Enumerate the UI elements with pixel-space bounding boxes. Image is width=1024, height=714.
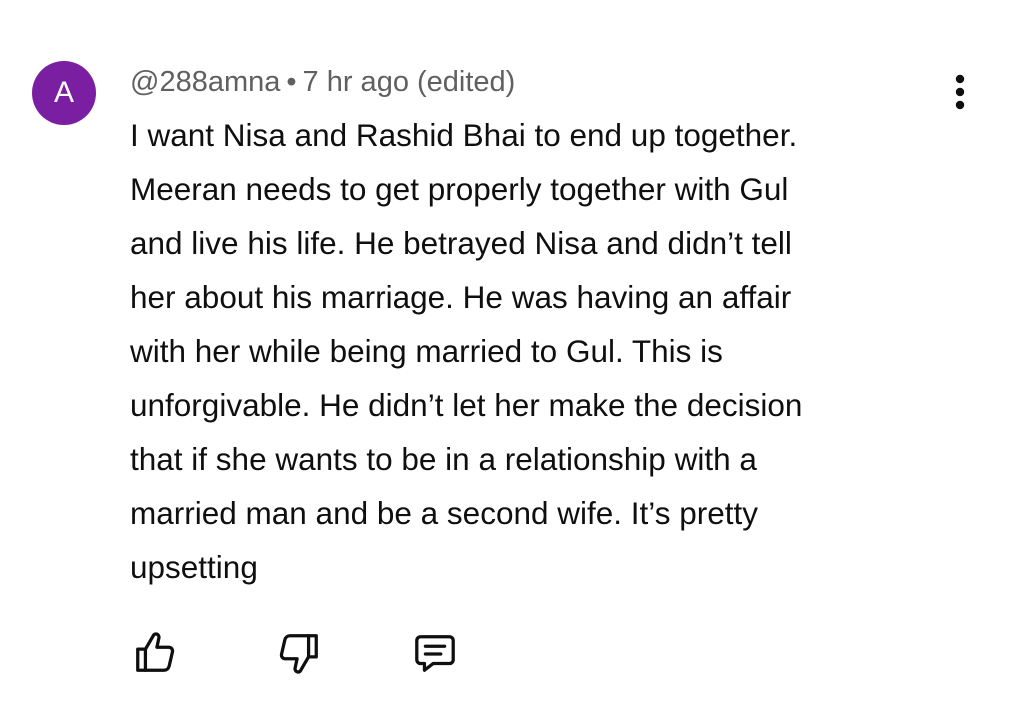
- comment-text-line: and live his life. He betrayed Nisa and …: [130, 225, 792, 261]
- comment-text: I want Nisa and Rashid Bhai to end up to…: [130, 108, 930, 594]
- author-handle[interactable]: @288amna: [130, 66, 280, 98]
- meta-separator: •: [286, 66, 297, 98]
- thumbs-up-icon: [136, 632, 175, 672]
- comment-text-line: unforgivable. He didn’t let her make the…: [130, 387, 803, 423]
- avatar-letter: A: [53, 76, 74, 109]
- comment-text-line: her about his marriage. He was having an…: [130, 279, 792, 315]
- avatar[interactable]: A: [32, 61, 96, 125]
- comment-text-line: Meeran needs to get properly together wi…: [130, 171, 789, 207]
- thumbs-down-icon: [279, 634, 318, 674]
- comment-text-line: with her while being married to Gul. Thi…: [130, 333, 723, 369]
- more-vertical-icon: [955, 74, 965, 110]
- like-button[interactable]: [128, 626, 182, 680]
- comment-text-line: that if she wants to be in a relationshi…: [130, 441, 757, 477]
- timestamp[interactable]: 7 hr ago (edited): [303, 66, 516, 98]
- comment-actions: [128, 626, 488, 686]
- reply-button[interactable]: [408, 626, 462, 680]
- comment-text-line: upsetting: [130, 549, 258, 585]
- comment-text-line: I want Nisa and Rashid Bhai to end up to…: [130, 117, 798, 153]
- comment-header: @288amna • 7 hr ago (edited): [130, 64, 515, 100]
- more-options-button[interactable]: [940, 70, 980, 114]
- comment-reply-icon: [415, 635, 455, 672]
- dislike-button[interactable]: [272, 626, 326, 680]
- comment-thread: A @288amna • 7 hr ago (edited) I want Nisa…: [0, 0, 1024, 714]
- comment-text-line: married man and be a second wife. It’s p…: [130, 495, 758, 531]
